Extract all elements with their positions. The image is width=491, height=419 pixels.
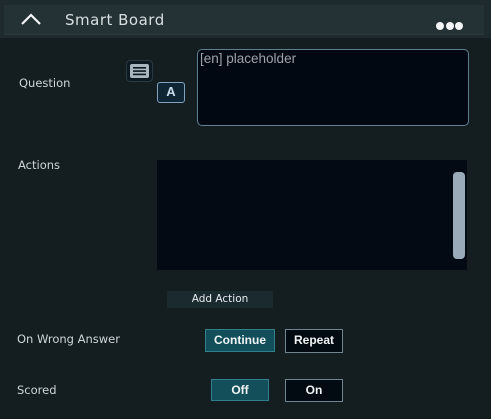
actions-label: Actions bbox=[18, 158, 61, 172]
actions-scrollbar[interactable] bbox=[453, 172, 465, 259]
more-dots-icon[interactable] bbox=[436, 15, 465, 34]
wrong-answer-label: On Wrong Answer bbox=[17, 332, 120, 346]
font-style-label: A bbox=[166, 84, 176, 99]
question-placeholder: [en] placeholder bbox=[200, 51, 297, 66]
panel-header-bar: Smart Board bbox=[4, 5, 484, 35]
text-lines-icon[interactable] bbox=[126, 60, 153, 82]
scored-label: Scored bbox=[17, 383, 57, 397]
question-label: Question bbox=[19, 76, 71, 90]
panel-title: Smart Board bbox=[65, 11, 165, 29]
repeat-button[interactable]: Repeat bbox=[285, 329, 343, 353]
panel-header: Smart Board bbox=[0, 0, 491, 38]
font-style-icon[interactable]: A bbox=[157, 82, 185, 103]
chevron-up-icon[interactable] bbox=[20, 12, 42, 26]
continue-button[interactable]: Continue bbox=[205, 329, 275, 352]
scored-off-button[interactable]: Off bbox=[211, 379, 269, 401]
question-input[interactable]: [en] placeholder bbox=[197, 49, 469, 126]
actions-list[interactable] bbox=[157, 160, 467, 270]
add-action-button[interactable]: Add Action bbox=[167, 291, 273, 308]
scored-on-button[interactable]: On bbox=[285, 379, 343, 402]
